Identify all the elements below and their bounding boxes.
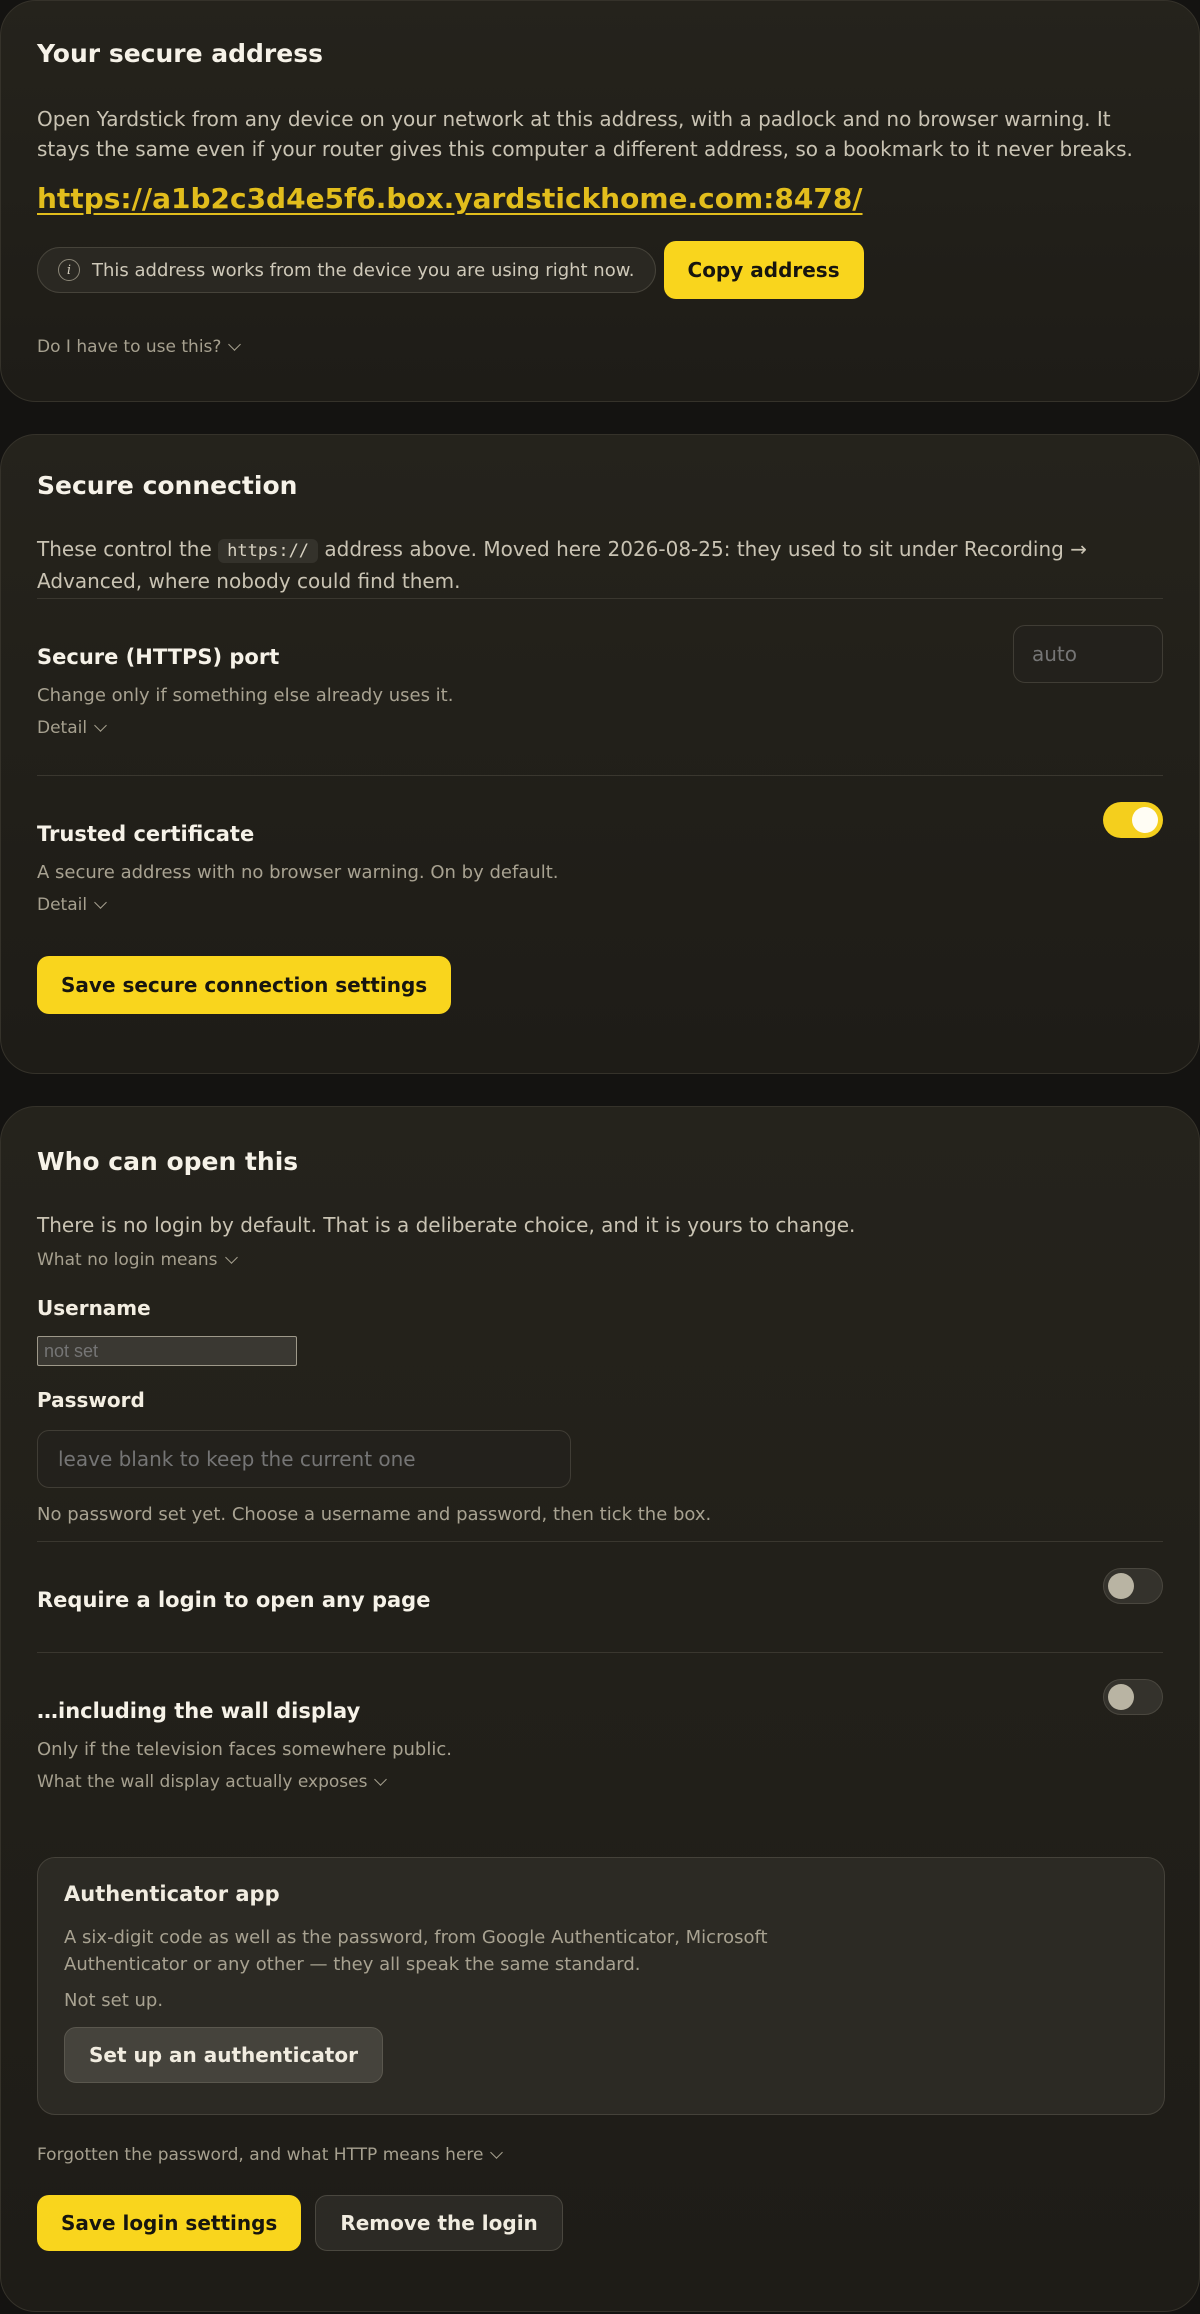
intro-text-before: These control the (37, 537, 212, 561)
username-input[interactable] (37, 1336, 297, 1366)
secure-address-description: Open Yardstick from any device on your n… (37, 107, 1133, 161)
chevron-down-icon (224, 1251, 238, 1264)
https-port-setting: Secure (HTTPS) port Change only if somet… (37, 599, 1163, 775)
secure-connection-intro: These control the https:// address above… (37, 534, 1163, 596)
save-secure-connection-button[interactable]: Save secure connection settings (37, 956, 452, 1014)
require-login-label: Require a login to open any page (37, 1588, 431, 1612)
require-login-setting: Require a login to open any page (37, 1542, 1163, 1652)
do-i-have-to-use-this-disclosure[interactable]: Do I have to use this? (37, 337, 242, 357)
secure-connection-card: Secure connection These control the http… (0, 434, 1200, 1074)
trusted-certificate-setting: Trusted certificate A secure address wit… (37, 776, 1163, 952)
chevron-down-icon (94, 719, 107, 732)
setup-authenticator-button[interactable]: Set up an authenticator (64, 2027, 383, 2083)
wall-display-toggle[interactable] (1103, 1679, 1163, 1715)
require-login-toggle[interactable] (1103, 1568, 1163, 1604)
toggle-knob (1108, 1572, 1134, 1599)
secure-connection-title: Secure connection (37, 471, 298, 500)
who-can-open-intro: There is no login by default. That is a … (37, 1213, 856, 1237)
password-hint: No password set yet. Choose a username a… (37, 1504, 712, 1525)
https-code: https:// (218, 539, 319, 563)
trusted-certificate-description: A secure address with no browser warning… (37, 862, 559, 883)
toggle-knob (1108, 1683, 1134, 1710)
remove-login-button[interactable]: Remove the login (315, 2195, 563, 2251)
chevron-down-icon (490, 2146, 504, 2159)
secure-address-card: Your secure address Open Yardstick from … (0, 0, 1200, 402)
what-no-login-means-disclosure[interactable]: What no login means (37, 1250, 238, 1270)
username-label: Username (37, 1296, 151, 1320)
https-port-description: Change only if something else already us… (37, 685, 454, 706)
https-port-label: Secure (HTTPS) port (37, 645, 280, 669)
disclosure-label: What the wall display actually exposes (37, 1772, 368, 1792)
password-label: Password (37, 1388, 145, 1412)
wall-display-label: …including the wall display (37, 1699, 361, 1723)
copy-address-button[interactable]: Copy address (663, 241, 864, 299)
trusted-certificate-toggle[interactable] (1103, 802, 1163, 838)
address-info-pill: i This address works from the device you… (37, 247, 656, 293)
secure-address-link[interactable]: https://a1b2c3d4e5f6.box.yardstickhome.c… (37, 182, 1163, 215)
disclosure-label: What no login means (37, 1250, 218, 1270)
https-port-input[interactable] (1013, 625, 1163, 683)
toggle-knob (1132, 807, 1158, 833)
who-can-open-title: Who can open this (37, 1147, 299, 1176)
detail-label: Detail (37, 895, 88, 915)
wall-display-disclosure[interactable]: What the wall display actually exposes (37, 1772, 388, 1792)
wall-display-setting: …including the wall display Only if the … (37, 1653, 1163, 1853)
trusted-certificate-label: Trusted certificate (37, 822, 255, 846)
wall-display-description: Only if the television faces somewhere p… (37, 1739, 452, 1760)
authenticator-title: Authenticator app (64, 1882, 280, 1906)
authenticator-description: A six-digit code as well as the password… (64, 1927, 768, 1975)
who-can-open-card: Who can open this There is no login by d… (0, 1106, 1200, 2312)
trusted-certificate-detail-disclosure[interactable]: Detail (37, 895, 107, 915)
detail-label: Detail (37, 718, 88, 738)
password-input[interactable] (37, 1430, 571, 1488)
chevron-down-icon (94, 896, 107, 909)
disclosure-label: Forgotten the password, and what HTTP me… (37, 2145, 484, 2165)
chevron-down-icon (374, 1773, 388, 1786)
https-port-detail-disclosure[interactable]: Detail (37, 718, 107, 738)
authenticator-box: Authenticator app A six-digit code as we… (37, 1857, 1165, 2115)
address-info-text: This address works from the device you a… (92, 259, 635, 281)
info-icon: i (58, 259, 80, 281)
secure-address-title: Your secure address (37, 39, 323, 68)
chevron-down-icon (228, 338, 242, 351)
forgotten-password-disclosure[interactable]: Forgotten the password, and what HTTP me… (37, 2145, 504, 2165)
save-login-button[interactable]: Save login settings (37, 2195, 302, 2251)
disclosure-label: Do I have to use this? (37, 337, 222, 357)
authenticator-status: Not set up. (64, 1990, 164, 2011)
